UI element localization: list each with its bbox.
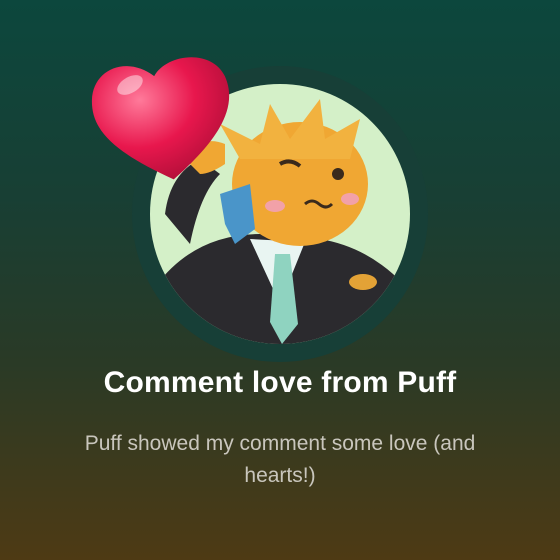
heart-icon bbox=[91, 57, 230, 180]
achievement-title: Comment love from Puff bbox=[103, 366, 457, 399]
achievement-description: Puff showed my comment some love (and he… bbox=[84, 432, 476, 487]
achievement-card: Comment love from Puff Puff showed my co… bbox=[0, 0, 560, 560]
